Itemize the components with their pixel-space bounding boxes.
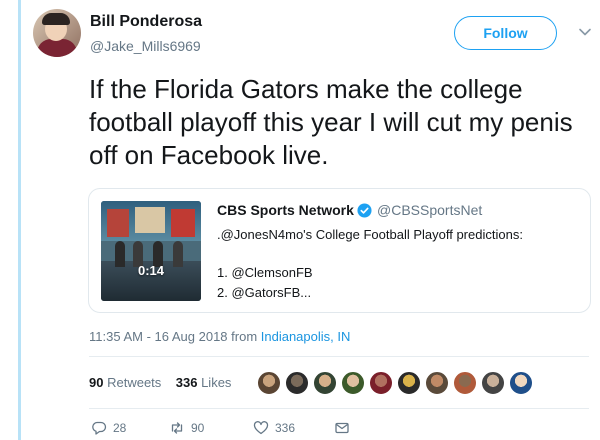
liker-avatar[interactable] bbox=[340, 370, 366, 396]
retweets-label: Retweets bbox=[107, 375, 162, 390]
liker-avatar[interactable] bbox=[452, 370, 478, 396]
like-button[interactable]: 336 bbox=[253, 419, 295, 437]
liker-avatar[interactable] bbox=[424, 370, 450, 396]
envelope-icon bbox=[335, 422, 349, 434]
retweets-stat[interactable]: 90 Retweets bbox=[89, 375, 161, 390]
likes-label: Likes bbox=[201, 375, 232, 390]
verified-badge-icon bbox=[357, 203, 372, 218]
reply-icon bbox=[92, 421, 107, 435]
retweet-button[interactable]: 90 bbox=[169, 419, 204, 437]
liker-avatar[interactable] bbox=[508, 370, 534, 396]
quoted-tweet-card[interactable]: 0:14 CBS Sports Network @CBSSportsNet .@… bbox=[88, 188, 591, 313]
video-duration: 0:14 bbox=[137, 263, 165, 278]
likes-count: 336 bbox=[175, 375, 198, 390]
liker-avatar[interactable] bbox=[284, 370, 310, 396]
reply-count: 28 bbox=[113, 421, 127, 435]
location-link[interactable]: Indianapolis, IN bbox=[261, 329, 351, 344]
tweet-text: If the Florida Gators make the college f… bbox=[89, 74, 573, 170]
likes-stat[interactable]: 336 Likes bbox=[176, 375, 232, 390]
quoted-author-handle[interactable]: @CBSSportsNet bbox=[377, 202, 482, 218]
liker-avatar[interactable] bbox=[368, 370, 394, 396]
tweet-timestamp: 11:35 AM - 16 Aug 2018 from Indianapolis… bbox=[89, 329, 350, 344]
divider bbox=[89, 356, 589, 357]
follow-button[interactable]: Follow bbox=[454, 16, 557, 50]
quoted-text-line: 2. @GatorsFB... bbox=[217, 285, 312, 300]
chevron-down-icon[interactable] bbox=[577, 24, 593, 40]
video-thumbnail[interactable]: 0:14 bbox=[101, 201, 201, 301]
thread-line bbox=[18, 0, 21, 440]
liker-avatar[interactable] bbox=[312, 370, 338, 396]
timestamp-time[interactable]: 11:35 AM - 16 Aug 2018 from bbox=[89, 329, 261, 344]
quoted-text-line: .@JonesN4mo's College Football Playoff p… bbox=[217, 227, 523, 242]
reply-button[interactable]: 28 bbox=[91, 419, 126, 437]
direct-message-button[interactable] bbox=[334, 419, 350, 437]
liker-avatar[interactable] bbox=[480, 370, 506, 396]
divider bbox=[89, 408, 589, 409]
quoted-author-name[interactable]: CBS Sports Network bbox=[217, 202, 354, 218]
liker-avatar[interactable] bbox=[256, 370, 282, 396]
liker-avatar[interactable] bbox=[396, 370, 422, 396]
retweet-count: 90 bbox=[191, 421, 205, 435]
like-count: 336 bbox=[275, 421, 296, 435]
author-handle[interactable]: @Jake_Mills6969 bbox=[90, 38, 201, 54]
quoted-text-line: 1. @ClemsonFB bbox=[217, 265, 313, 280]
author-name[interactable]: Bill Ponderosa bbox=[90, 13, 202, 31]
retweet-icon bbox=[171, 422, 183, 434]
avatar[interactable] bbox=[33, 9, 81, 57]
retweets-count: 90 bbox=[89, 375, 104, 390]
heart-icon bbox=[253, 421, 269, 435]
tweet-stats: 90 Retweets 336 Likes bbox=[89, 375, 231, 390]
